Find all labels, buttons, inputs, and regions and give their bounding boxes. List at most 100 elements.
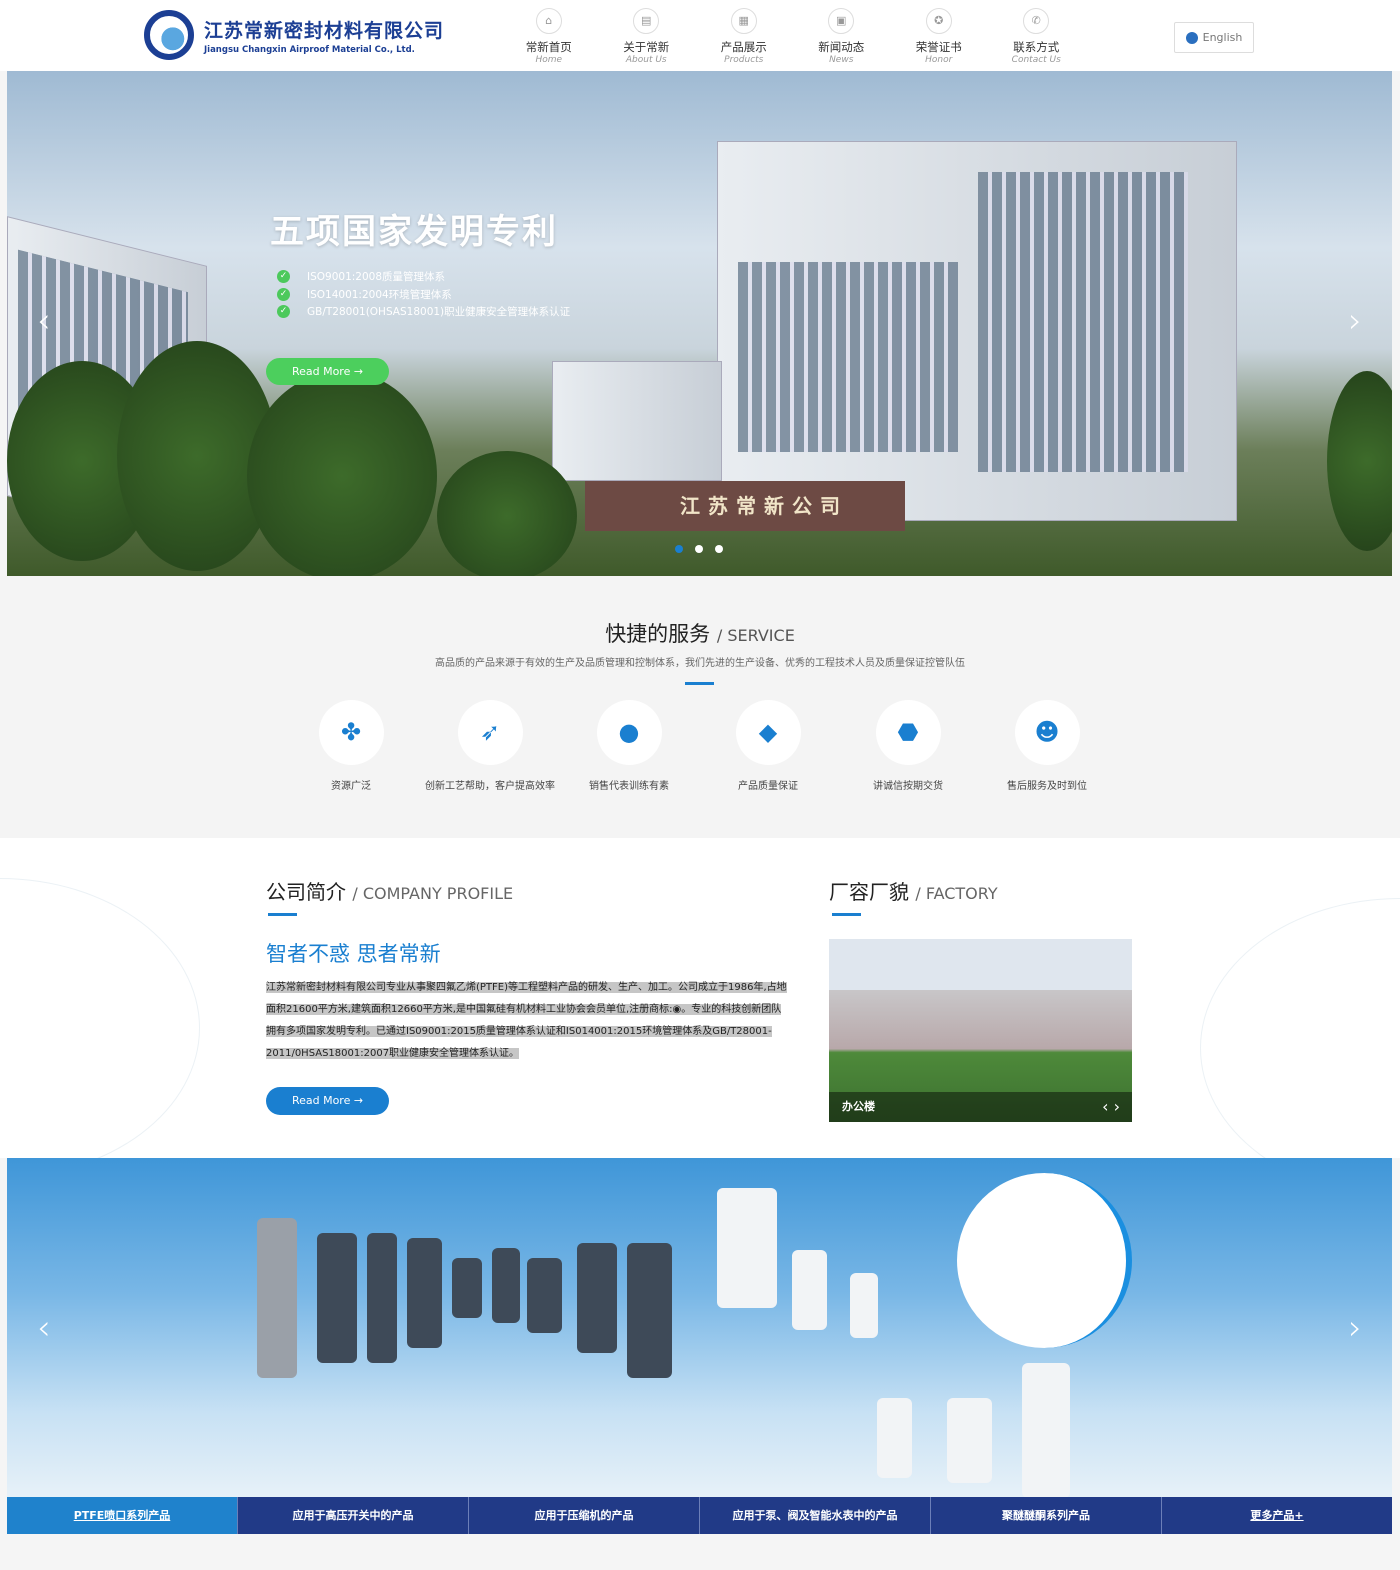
nav-label-en: Contact Us	[1011, 55, 1061, 65]
prev-slide-arrow-icon[interactable]: ‹	[37, 301, 51, 341]
product-tabs: PTFE喷口系列产品 应用于高压开关中的产品 应用于压缩机的产品 应用于泵、阀及…	[7, 1497, 1392, 1534]
cert-item: ✓ ISO14001:2004环境管理体系	[277, 286, 570, 304]
cert-text: ISO9001:2008质量管理体系	[307, 271, 446, 284]
home-icon: ⌂	[535, 8, 562, 34]
product-image	[947, 1398, 992, 1483]
profile-read-more-button[interactable]: Read More →	[266, 1087, 389, 1115]
tree	[247, 371, 437, 576]
decorative-mesh	[1200, 898, 1400, 1158]
nav-contact[interactable]: ✆ 联系方式 Contact Us	[988, 8, 1086, 65]
nav-home[interactable]: ⌂ 常新首页 Home	[500, 8, 598, 65]
button-label: Read More	[291, 365, 351, 378]
globe-icon	[1185, 31, 1198, 44]
nav-honor[interactable]: ✪ 荣誉证书 Honor	[890, 8, 988, 65]
nav-products[interactable]: ▦ 产品展示 Products	[695, 8, 793, 65]
clover-icon: ✤	[318, 700, 384, 765]
cert-item: ✓ GB/T28001(OHSAS18001)职业健康安全管理体系认证	[277, 303, 570, 321]
company-logo[interactable]: 江苏常新密封材料有限公司 Jiangsu Changxin Airproof M…	[144, 10, 444, 60]
title-underline	[832, 913, 861, 916]
title-underline	[685, 682, 714, 685]
hero-read-more-button[interactable]: Read More →	[266, 358, 389, 385]
nav-label: 联系方式	[1013, 40, 1060, 54]
product-image	[850, 1273, 878, 1338]
nav-label-en: Honor	[925, 55, 953, 65]
button-label: Read More	[291, 1094, 351, 1107]
tab-pump-valve[interactable]: 应用于泵、阀及智能水表中的产品	[700, 1497, 931, 1534]
next-arrow-icon[interactable]: ›	[1348, 1308, 1362, 1348]
title-en: / SERVICE	[716, 626, 795, 645]
hero-main-building	[717, 141, 1237, 521]
hero-mid-building	[552, 361, 722, 481]
factory-image[interactable]: 办公楼 ‹ ›	[829, 939, 1132, 1122]
title-cn: 厂容厂貌	[829, 880, 909, 904]
service-item[interactable]: ⬣ 讲诚信按期交货	[838, 700, 978, 792]
logo-name-cn: 江苏常新密封材料有限公司	[204, 19, 445, 42]
service-label: 讲诚信按期交货	[873, 781, 943, 792]
phone-icon: ✆	[1023, 8, 1050, 34]
product-image	[452, 1258, 482, 1318]
service-item[interactable]: ☻ 售后服务及时到位	[977, 700, 1117, 792]
tab-peek[interactable]: 聚醚醚酮系列产品	[931, 1497, 1162, 1534]
check-icon: ✓	[277, 305, 290, 319]
slide-dot[interactable]	[675, 545, 683, 553]
caption-text: 办公楼	[842, 1100, 875, 1113]
nav-label-en: About Us	[625, 55, 667, 65]
grid-icon: ▦	[730, 8, 757, 34]
news-icon: ▣	[828, 8, 855, 34]
user-icon: ●	[596, 700, 662, 765]
product-image	[627, 1243, 672, 1378]
service-label: 创新工艺帮助，客户提高效率	[425, 781, 555, 792]
service-item[interactable]: ● 销售代表训练有素	[559, 700, 699, 792]
product-banner: ‹ ›	[7, 1158, 1392, 1497]
cert-item: ✓ ISO9001:2008质量管理体系	[277, 268, 570, 286]
product-image	[1022, 1363, 1070, 1497]
company-sign: 江苏常新公司	[585, 481, 905, 531]
title-en: / FACTORY	[915, 884, 998, 903]
language-switch[interactable]: English	[1174, 22, 1254, 53]
product-image	[407, 1238, 442, 1348]
product-image	[877, 1398, 912, 1478]
tree	[1327, 371, 1392, 551]
slide-dot[interactable]	[715, 545, 723, 553]
nav-label-en: Products	[724, 55, 764, 65]
check-icon: ✓	[277, 287, 290, 301]
tree	[437, 451, 577, 576]
next-slide-arrow-icon[interactable]: ›	[1348, 301, 1362, 341]
arrow-right-icon: →	[353, 365, 364, 378]
diamond-icon: ◆	[735, 700, 801, 765]
hero-title: 五项国家发明专利	[270, 212, 558, 252]
service-item[interactable]: ✤ 资源广泛	[281, 700, 421, 792]
tab-compressor[interactable]: 应用于压缩机的产品	[469, 1497, 700, 1534]
nav-label: 荣誉证书	[915, 40, 962, 54]
service-item[interactable]: ➶ 创新工艺帮助，客户提高效率	[420, 700, 560, 792]
title-underline	[268, 913, 297, 916]
service-label: 销售代表训练有素	[589, 781, 669, 792]
hero-slider: 江苏常新公司 五项国家发明专利 ✓ ISO9001:2008质量管理体系 ✓ ISO…	[7, 71, 1392, 576]
clock-icon: ⬣	[875, 700, 941, 765]
tab-more-products[interactable]: 更多产品+	[1162, 1497, 1392, 1534]
profile-section: 公司简介 / COMPANY PROFILE 智者不惑 思者常新 江苏常新密封材…	[0, 838, 1400, 1158]
product-image	[527, 1258, 562, 1333]
check-icon: ✓	[277, 270, 290, 284]
product-image	[717, 1188, 777, 1308]
title-cn: 快捷的服务	[605, 622, 711, 646]
slider-dots	[675, 545, 723, 553]
nav-news[interactable]: ▣ 新闻动态 News	[793, 8, 891, 65]
service-item[interactable]: ◆ 产品质量保证	[698, 700, 838, 792]
hero-cert-list: ✓ ISO9001:2008质量管理体系 ✓ ISO14001:2004环境管理体系…	[277, 268, 570, 321]
service-title: 快捷的服务 / SERVICE	[0, 618, 1400, 648]
main-nav: ⌂ 常新首页 Home ▤ 关于常新 About Us ▦ 产品展示 Products ▣ 新…	[500, 8, 1085, 65]
factory-caption: 办公楼 ‹ ›	[829, 1092, 1132, 1122]
profile-slogan: 智者不惑 思者常新	[266, 942, 441, 966]
tab-ptfe-nozzle[interactable]: PTFE喷口系列产品	[7, 1497, 238, 1534]
product-image	[577, 1243, 617, 1353]
profile-paragraph: 江苏常新密封材料有限公司专业从事聚四氟乙烯(PTFE)等工程塑料产品的研发、生产…	[266, 982, 787, 1059]
nav-about[interactable]: ▤ 关于常新 About Us	[598, 8, 696, 65]
tab-high-voltage[interactable]: 应用于高压开关中的产品	[238, 1497, 469, 1534]
carousel-arrows-icon[interactable]: ‹ ›	[1102, 1092, 1120, 1122]
arrow-right-icon: →	[353, 1094, 364, 1107]
prev-arrow-icon[interactable]: ‹	[37, 1308, 51, 1348]
factory-title: 厂容厂貌 / FACTORY	[829, 876, 998, 905]
slide-dot[interactable]	[695, 545, 703, 553]
nav-label: 产品展示	[720, 40, 767, 54]
